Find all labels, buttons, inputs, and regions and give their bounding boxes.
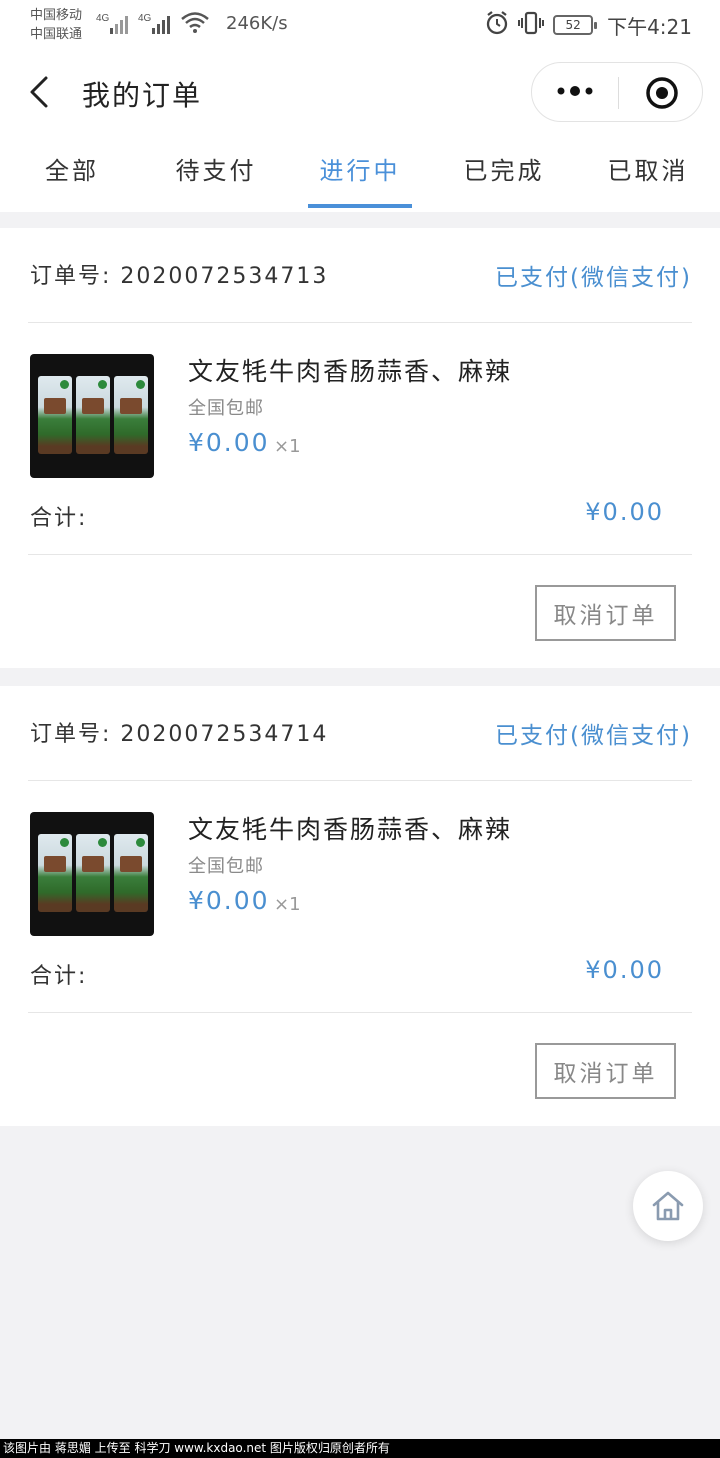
net-speed: 246K/s <box>226 13 288 34</box>
payment-status: 已支付(微信支付) <box>495 265 692 291</box>
product-name[interactable]: 文友牦牛肉香肠蒜香、麻辣 <box>188 352 512 388</box>
home-icon <box>652 1191 684 1221</box>
order-number: 订单号: 2020072534714 <box>30 722 329 747</box>
close-mini-program-button[interactable] <box>644 75 680 111</box>
order-card: 订单号: 2020072534714 已支付(微信支付) 文友牦牛肉香肠蒜香、麻… <box>0 686 720 1126</box>
svg-text:4G: 4G <box>138 13 152 24</box>
wifi-icon <box>180 10 210 40</box>
divider <box>28 780 692 781</box>
product-image[interactable] <box>30 354 154 478</box>
signal-1-icon: 4G <box>96 10 134 40</box>
tab-in-progress[interactable]: 进行中 <box>288 138 432 212</box>
watermark-caption: 该图片由 蒋思媚 上传至 科学刀 www.kxdao.net 图片版权归原创者所… <box>0 1439 720 1458</box>
status-time: 下午4:21 <box>607 14 692 39</box>
tab-cancelled[interactable]: 已取消 <box>576 138 720 212</box>
page-title: 我的订单 <box>82 79 203 112</box>
svg-text:4G: 4G <box>96 13 110 24</box>
order-tabs: 全部 待支付 进行中 已完成 已取消 <box>0 138 720 212</box>
capsule-divider <box>618 77 619 109</box>
cancel-order-button[interactable]: 取消订单 <box>535 1043 676 1099</box>
battery-icon: 52 <box>553 15 598 35</box>
cancel-order-button[interactable]: 取消订单 <box>535 585 676 641</box>
order-number: 订单号: 2020072534713 <box>30 264 329 289</box>
active-tab-indicator <box>308 204 412 208</box>
vibrate-icon <box>517 10 545 40</box>
more-button[interactable] <box>556 81 594 101</box>
target-circle-icon <box>646 77 678 109</box>
alarm-icon <box>485 10 509 40</box>
product-price: ¥0.00 <box>188 428 270 457</box>
more-dots-icon <box>557 86 593 96</box>
tab-all[interactable]: 全部 <box>0 138 144 212</box>
signal-2-icon: 4G <box>138 10 176 40</box>
home-button[interactable] <box>633 1171 703 1241</box>
mini-program-capsule <box>531 62 703 122</box>
status-right: 52 下午4:21 <box>485 10 692 40</box>
shipping-note: 全国包邮 <box>188 856 264 877</box>
total-amount: ¥0.00 <box>585 498 664 526</box>
product-quantity: ×1 <box>274 894 301 915</box>
tab-completed[interactable]: 已完成 <box>432 138 576 212</box>
total-amount: ¥0.00 <box>585 956 664 984</box>
divider <box>28 322 692 323</box>
total-label: 合计: <box>30 964 88 989</box>
carrier-1: 中国移动 <box>30 8 83 23</box>
order-card: 订单号: 2020072534713 已支付(微信支付) 文友牦牛肉香肠蒜香、麻… <box>0 228 720 668</box>
product-price: ¥0.00 <box>188 886 270 915</box>
product-quantity: ×1 <box>274 436 301 457</box>
product-image[interactable] <box>30 812 154 936</box>
back-button[interactable] <box>24 72 56 112</box>
shipping-note: 全国包邮 <box>188 398 264 419</box>
product-name[interactable]: 文友牦牛肉香肠蒜香、麻辣 <box>188 810 512 846</box>
nav-bar: 我的订单 <box>0 48 720 138</box>
carrier-2: 中国联通 <box>30 27 83 42</box>
status-bar: 中国移动 中国联通 4G 4G 246K/s 52 下午4:21 <box>0 0 720 48</box>
back-arrow-icon <box>30 76 48 108</box>
payment-status: 已支付(微信支付) <box>495 723 692 749</box>
carrier-names: 中国移动 中国联通 <box>30 6 82 44</box>
tab-pending-payment[interactable]: 待支付 <box>144 138 288 212</box>
total-label: 合计: <box>30 506 88 531</box>
divider <box>28 554 692 555</box>
divider <box>28 1012 692 1013</box>
